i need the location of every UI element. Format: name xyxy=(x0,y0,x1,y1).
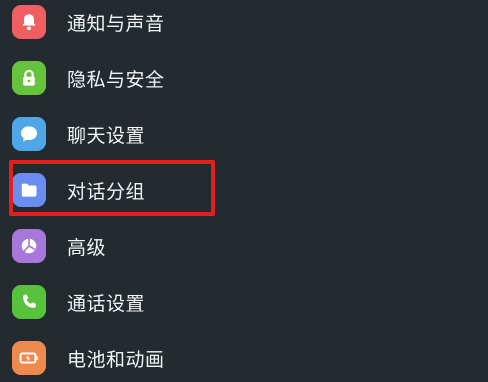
settings-item-battery[interactable]: 电池和动画 xyxy=(0,330,488,382)
settings-item-notifications[interactable]: 通知与声音 xyxy=(0,0,488,50)
settings-item-calls[interactable]: 通话设置 xyxy=(0,274,488,330)
settings-item-label: 通话设置 xyxy=(67,292,146,315)
settings-item-label: 电池和动画 xyxy=(67,348,165,371)
settings-list: 通知与声音 隐私与安全 聊天设置 对话分组 高级 通话设置 电池和动画 xyxy=(0,0,488,382)
settings-item-advanced[interactable]: 高级 xyxy=(0,218,488,274)
phone-icon xyxy=(12,285,46,319)
settings-item-label: 通知与声音 xyxy=(67,12,165,35)
settings-item-folders[interactable]: 对话分组 xyxy=(0,162,488,218)
settings-item-label: 隐私与安全 xyxy=(67,68,165,91)
bell-icon xyxy=(12,5,46,39)
pie-chart-icon xyxy=(12,229,46,263)
battery-icon xyxy=(12,341,46,375)
settings-item-privacy[interactable]: 隐私与安全 xyxy=(0,50,488,106)
settings-item-chat[interactable]: 聊天设置 xyxy=(0,106,488,162)
settings-item-label: 对话分组 xyxy=(67,180,146,203)
chat-bubble-icon xyxy=(12,117,46,151)
folder-icon xyxy=(12,173,46,207)
settings-item-label: 聊天设置 xyxy=(67,124,146,147)
settings-item-label: 高级 xyxy=(67,236,107,259)
lock-icon xyxy=(12,61,46,95)
